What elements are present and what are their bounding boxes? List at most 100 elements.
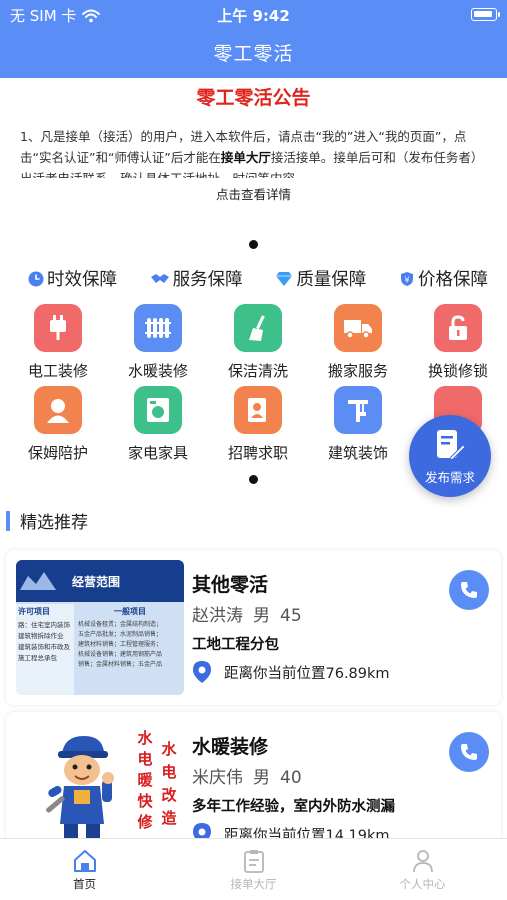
image-line: 销售；金属材料销售；五金产品 xyxy=(78,661,163,668)
distance-text: 距离你当前位置76.89km xyxy=(224,665,390,682)
category-label: 建筑装饰 xyxy=(327,444,388,462)
resume-icon xyxy=(234,386,282,434)
ad-char: 水 xyxy=(137,729,153,747)
recommend-header: 精选推荐 xyxy=(6,508,88,533)
category-plumbing[interactable]: 水暖装修 xyxy=(108,304,208,381)
image-line: 建筑装饰和市政及 xyxy=(18,643,70,651)
tab-profile[interactable]: 个人中心 xyxy=(338,839,507,900)
ad-char: 造 xyxy=(161,809,177,827)
worker-gender: 男 xyxy=(253,606,270,626)
category-electrician[interactable]: 电工装修 xyxy=(8,304,108,381)
category-label: 保洁清洗 xyxy=(227,362,288,380)
user-icon xyxy=(412,850,433,873)
image-line: 机械设备销售；建筑用钢筋产品 xyxy=(78,651,163,658)
image-line: 五金产品批发；水泥制品销售； xyxy=(78,631,163,638)
guarantee-price: ¥ 价格保障 xyxy=(399,266,488,291)
image-line: 机械设备租赁；金属结构制造； xyxy=(78,621,163,628)
category-pager-dot xyxy=(249,475,258,484)
category-label: 招聘求职 xyxy=(227,444,288,462)
call-button[interactable] xyxy=(449,732,489,772)
status-time: 上午 9:42 xyxy=(217,7,290,25)
svg-text:¥: ¥ xyxy=(404,275,409,284)
category-recruitment[interactable]: 招聘求职 xyxy=(208,386,308,463)
guarantee-label: 服务保障 xyxy=(172,270,243,290)
phone-icon xyxy=(461,744,477,760)
washer-icon xyxy=(134,386,182,434)
category-locksmith[interactable]: 换锁修锁 xyxy=(408,304,507,381)
guarantee-service: 服务保障 xyxy=(150,266,243,291)
image-line: 施工程总承包 xyxy=(18,654,57,662)
worker-name: 米庆伟 xyxy=(192,768,243,788)
ad-char: 修 xyxy=(137,813,153,831)
notice-text: 1、凡是接单（接活）的用户，进入本软件后，请点击“我的”进入“我的页面”，点击“… xyxy=(20,126,487,178)
shield-icon: ¥ xyxy=(400,271,413,286)
tab-label: 接单大厅 xyxy=(230,877,277,891)
notice-more-link[interactable]: 点击查看详情 xyxy=(0,184,507,203)
notice-title: 零工零活公告 xyxy=(196,87,311,109)
truck-icon xyxy=(334,304,382,352)
category-construction[interactable]: 建筑装饰 xyxy=(308,386,408,463)
ad-char: 电 xyxy=(137,750,153,768)
category-nanny[interactable]: 保姆陪护 xyxy=(8,386,108,463)
app-header: 无 SIM 卡 上午 9:42 零工零活 xyxy=(0,0,507,78)
distance-row: 距离你当前位置76.89km xyxy=(192,660,390,684)
recommend-title: 精选推荐 xyxy=(20,513,88,533)
bottom-tab-bar: 首页 接单大厅 个人中心 xyxy=(0,838,507,900)
phone-icon xyxy=(461,582,477,598)
image-right-lines: 机械设备租赁；金属结构制造； 五金产品批发；水泥制品销售； 建筑材料销售；工程管… xyxy=(78,620,182,670)
publish-request-label: 发布需求 xyxy=(424,470,475,485)
ad-char: 电 xyxy=(161,763,177,781)
ad-char: 快 xyxy=(137,792,153,810)
tab-home[interactable]: 首页 xyxy=(0,839,169,900)
building-icon xyxy=(334,386,382,434)
job-card[interactable]: 经营范围 许可项目 路：住宅室内装饰 建筑物拆除作业 建筑装饰和市政及 施工程总… xyxy=(6,550,501,705)
image-line: 建筑物拆除作业 xyxy=(18,632,64,640)
publish-request-button[interactable]: 发布需求 xyxy=(409,415,491,497)
job-title: 水暖装修 xyxy=(192,736,269,758)
category-moving[interactable]: 搬家服务 xyxy=(308,304,408,381)
emblem-graphic xyxy=(20,572,56,590)
broom-icon xyxy=(234,304,282,352)
tab-order-hall[interactable]: 接单大厅 xyxy=(169,839,338,900)
category-label: 家电家具 xyxy=(127,444,188,462)
worker-age: 40 xyxy=(280,768,302,788)
ad-text-col2: 水 电 改 造 xyxy=(158,738,180,830)
worker-name: 赵洪涛 xyxy=(192,606,243,626)
category-cleaning[interactable]: 保洁清洗 xyxy=(208,304,308,381)
banner-pager-dot xyxy=(249,240,258,249)
handshake-icon xyxy=(150,273,169,283)
image-heading: 经营范围 xyxy=(72,575,121,589)
category-label: 保姆陪护 xyxy=(27,444,88,462)
image-line: 路：住宅室内装饰 xyxy=(18,621,70,629)
job-description: 多年工作经验，室内外防水测漏 xyxy=(192,799,395,815)
guarantee-label: 价格保障 xyxy=(417,270,488,290)
guarantee-label: 时效保障 xyxy=(47,270,117,290)
call-button[interactable] xyxy=(449,570,489,610)
image-sub-left: 许可项目 xyxy=(18,607,50,616)
battery-icon xyxy=(471,8,500,21)
home-icon xyxy=(73,850,96,872)
tab-label: 个人中心 xyxy=(399,877,446,891)
job-card[interactable]: 水 电 暖 快 修 水 电 改 造 水暖装修 米庆伟男 40 多年工作经验，室内外… xyxy=(6,712,501,852)
ad-char: 改 xyxy=(161,786,177,804)
location-pin-icon xyxy=(193,661,211,683)
section-accent-bar xyxy=(6,510,10,531)
business-scope-image: 经营范围 许可项目 路：住宅室内装饰 建筑物拆除作业 建筑装饰和市政及 施工程总… xyxy=(16,560,184,695)
job-title: 其他零活 xyxy=(192,574,269,596)
status-bar: 无 SIM 卡 上午 9:42 xyxy=(0,0,507,30)
guarantee-row: 时效保障 服务保障 质量保障 ¥ 价格保障 xyxy=(28,266,488,291)
notice-text-bold: 接单大厅 xyxy=(220,150,271,165)
radiator-icon xyxy=(134,304,182,352)
image-line: 建筑材料销售；工程管理服务； xyxy=(78,641,163,648)
ad-text-col1: 水 电 暖 快 修 xyxy=(134,728,156,833)
category-appliances[interactable]: 家电家具 xyxy=(108,386,208,463)
guarantee-label: 质量保障 xyxy=(296,270,367,290)
worker-gender: 男 xyxy=(253,768,270,788)
guarantee-quality: 质量保障 xyxy=(275,266,366,291)
ad-char: 水 xyxy=(161,740,177,758)
app-title: 零工零活 xyxy=(213,43,294,65)
category-label: 电工装修 xyxy=(27,362,88,380)
diamond-icon xyxy=(276,271,293,286)
clock-icon xyxy=(28,271,44,286)
home-page: 无 SIM 卡 上午 9:42 零工零活 零工零活公告 1、凡是接单（接活）的用… xyxy=(0,0,507,900)
